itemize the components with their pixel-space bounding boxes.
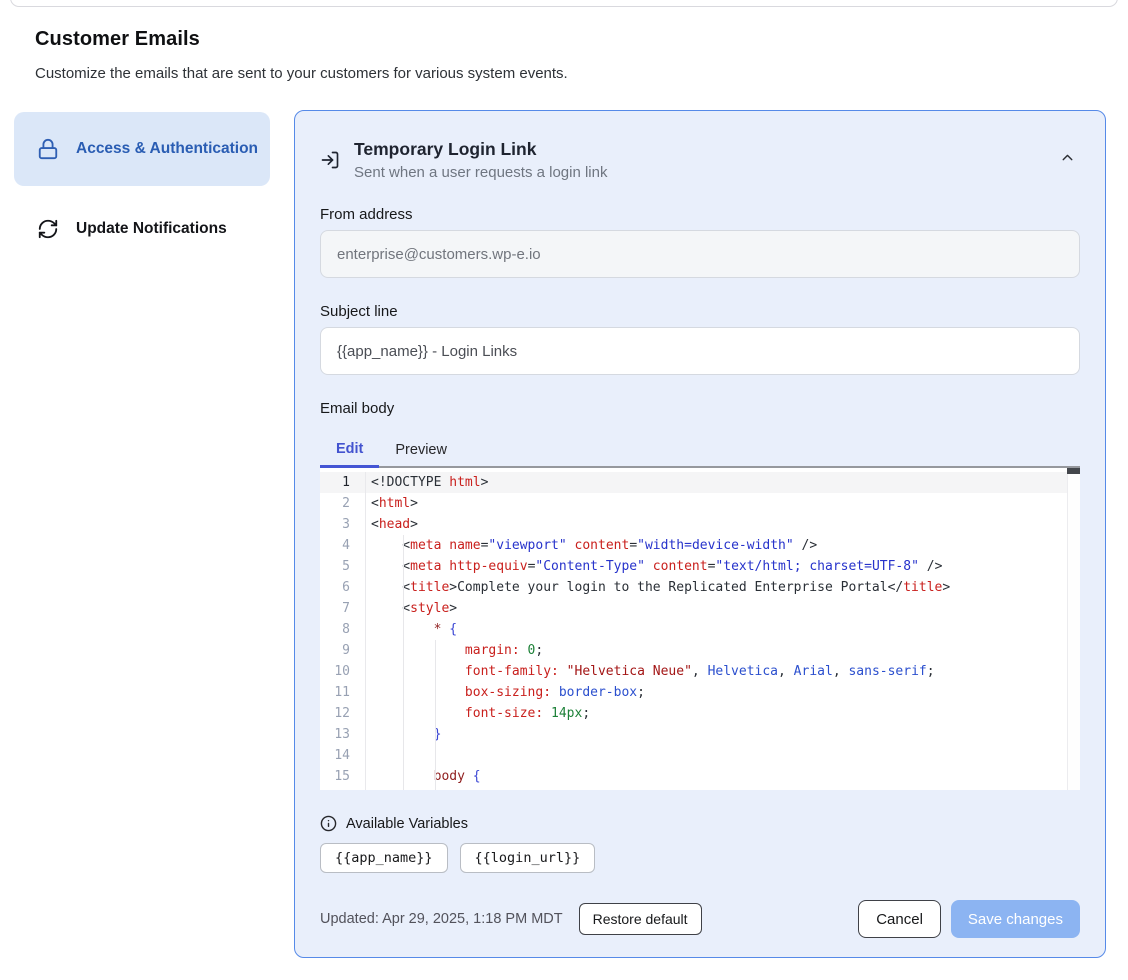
from-address-label: From address <box>320 206 1080 223</box>
code-text: margin: 0; <box>366 640 543 661</box>
tab-preview[interactable]: Preview <box>379 432 463 468</box>
panel-footer: Updated: Apr 29, 2025, 1:18 PM MDT Resto… <box>320 900 1080 938</box>
code-line[interactable]: 15 body { <box>320 766 1067 787</box>
previous-card-bottom-edge <box>10 0 1118 7</box>
code-text: <head> <box>366 514 418 535</box>
code-text: font-size: 14px; <box>366 703 590 724</box>
login-icon <box>320 150 340 170</box>
from-address-input[interactable] <box>320 230 1080 278</box>
code-text: background-color: #ffffff; <box>366 787 668 790</box>
line-number: 13 <box>320 724 366 745</box>
cancel-button[interactable]: Cancel <box>858 900 941 938</box>
save-changes-button[interactable]: Save changes <box>951 900 1080 938</box>
code-line[interactable]: 1<!DOCTYPE html> <box>320 472 1067 493</box>
variable-chip[interactable]: {{app_name}} <box>320 843 448 873</box>
collapse-panel-button[interactable] <box>1055 145 1080 170</box>
variable-chip[interactable]: {{login_url}} <box>460 843 596 873</box>
panel-subtitle: Sent when a user requests a login link <box>354 164 607 181</box>
lock-icon <box>37 138 59 160</box>
email-body-code-editor[interactable]: 1<!DOCTYPE html>2<html>3<head>4 <meta na… <box>320 468 1080 790</box>
indent-guide <box>435 640 436 790</box>
line-number: 12 <box>320 703 366 724</box>
chevron-up-icon <box>1059 149 1076 166</box>
line-number: 16 <box>320 787 366 790</box>
sidebar-item-update-notifications[interactable]: Update Notifications <box>14 208 270 250</box>
code-line[interactable]: 16 background-color: #ffffff; <box>320 787 1067 790</box>
line-number: 6 <box>320 577 366 598</box>
panel-header-text: Temporary Login Link Sent when a user re… <box>354 137 607 181</box>
line-number: 11 <box>320 682 366 703</box>
page-subtitle: Customize the emails that are sent to yo… <box>35 65 568 82</box>
code-line[interactable]: 13 } <box>320 724 1067 745</box>
editor-scrollbar[interactable] <box>1067 468 1080 790</box>
code-text: box-sizing: border-box; <box>366 682 645 703</box>
subject-line-input[interactable] <box>320 327 1080 375</box>
email-body-label: Email body <box>320 400 1080 417</box>
panel-title: Temporary Login Link <box>354 137 607 161</box>
sidebar-item-access-authentication[interactable]: Access & Authentication <box>14 112 270 186</box>
code-text: font-family: "Helvetica Neue", Helvetica… <box>366 661 935 682</box>
code-text: <meta name="viewport" content="width=dev… <box>366 535 817 556</box>
code-line[interactable]: 11 box-sizing: border-box; <box>320 682 1067 703</box>
line-number: 9 <box>320 640 366 661</box>
line-number: 10 <box>320 661 366 682</box>
line-number: 3 <box>320 514 366 535</box>
restore-default-button[interactable]: Restore default <box>579 903 702 935</box>
panel-header: Temporary Login Link Sent when a user re… <box>320 137 1080 181</box>
line-number: 5 <box>320 556 366 577</box>
code-line[interactable]: 6 <title>Complete your login to the Repl… <box>320 577 1067 598</box>
code-line[interactable]: 5 <meta http-equiv="Content-Type" conten… <box>320 556 1067 577</box>
code-text: <html> <box>366 493 418 514</box>
code-lines: 1<!DOCTYPE html>2<html>3<head>4 <meta na… <box>320 468 1067 790</box>
code-line[interactable]: 4 <meta name="viewport" content="width=d… <box>320 535 1067 556</box>
variable-chips: {{app_name}} {{login_url}} <box>320 843 1080 873</box>
code-line[interactable]: 8 * { <box>320 619 1067 640</box>
code-line[interactable]: 10 font-family: "Helvetica Neue", Helvet… <box>320 661 1067 682</box>
line-number: 2 <box>320 493 366 514</box>
line-number: 8 <box>320 619 366 640</box>
email-types-sidebar: Access & Authentication Update Notificat… <box>14 112 270 250</box>
email-body-tabbar: Edit Preview <box>320 432 1080 468</box>
indent-guide <box>403 535 404 790</box>
code-text: <style> <box>366 598 457 619</box>
code-line[interactable]: 7 <style> <box>320 598 1067 619</box>
info-icon <box>320 815 337 832</box>
code-text: * { <box>366 619 457 640</box>
line-number: 14 <box>320 745 366 766</box>
code-line[interactable]: 3<head> <box>320 514 1067 535</box>
code-line[interactable]: 2<html> <box>320 493 1067 514</box>
line-number: 15 <box>320 766 366 787</box>
code-text <box>366 745 371 766</box>
temporary-login-link-panel: Temporary Login Link Sent when a user re… <box>294 110 1106 958</box>
code-text: <!DOCTYPE html> <box>366 472 488 493</box>
available-variables-row: Available Variables <box>320 815 1080 832</box>
sidebar-item-label: Access & Authentication <box>76 137 258 161</box>
editor-scrollbar-thumb[interactable] <box>1067 468 1080 474</box>
available-variables-label: Available Variables <box>346 816 468 832</box>
code-text: body { <box>366 766 481 787</box>
subject-line-label: Subject line <box>320 303 1080 320</box>
code-text: <title>Complete your login to the Replic… <box>366 577 950 598</box>
line-number: 1 <box>320 472 366 493</box>
code-line[interactable]: 9 margin: 0; <box>320 640 1067 661</box>
page-title: Customer Emails <box>35 28 200 51</box>
line-number: 7 <box>320 598 366 619</box>
code-line[interactable]: 12 font-size: 14px; <box>320 703 1067 724</box>
line-number: 4 <box>320 535 366 556</box>
refresh-icon <box>37 218 59 240</box>
tab-edit[interactable]: Edit <box>320 432 379 468</box>
sidebar-item-label: Update Notifications <box>76 217 227 241</box>
updated-timestamp: Updated: Apr 29, 2025, 1:18 PM MDT <box>320 911 563 927</box>
code-line[interactable]: 14 <box>320 745 1067 766</box>
code-text: <meta http-equiv="Content-Type" content=… <box>366 556 942 577</box>
footer-actions: Cancel Save changes <box>858 900 1080 938</box>
